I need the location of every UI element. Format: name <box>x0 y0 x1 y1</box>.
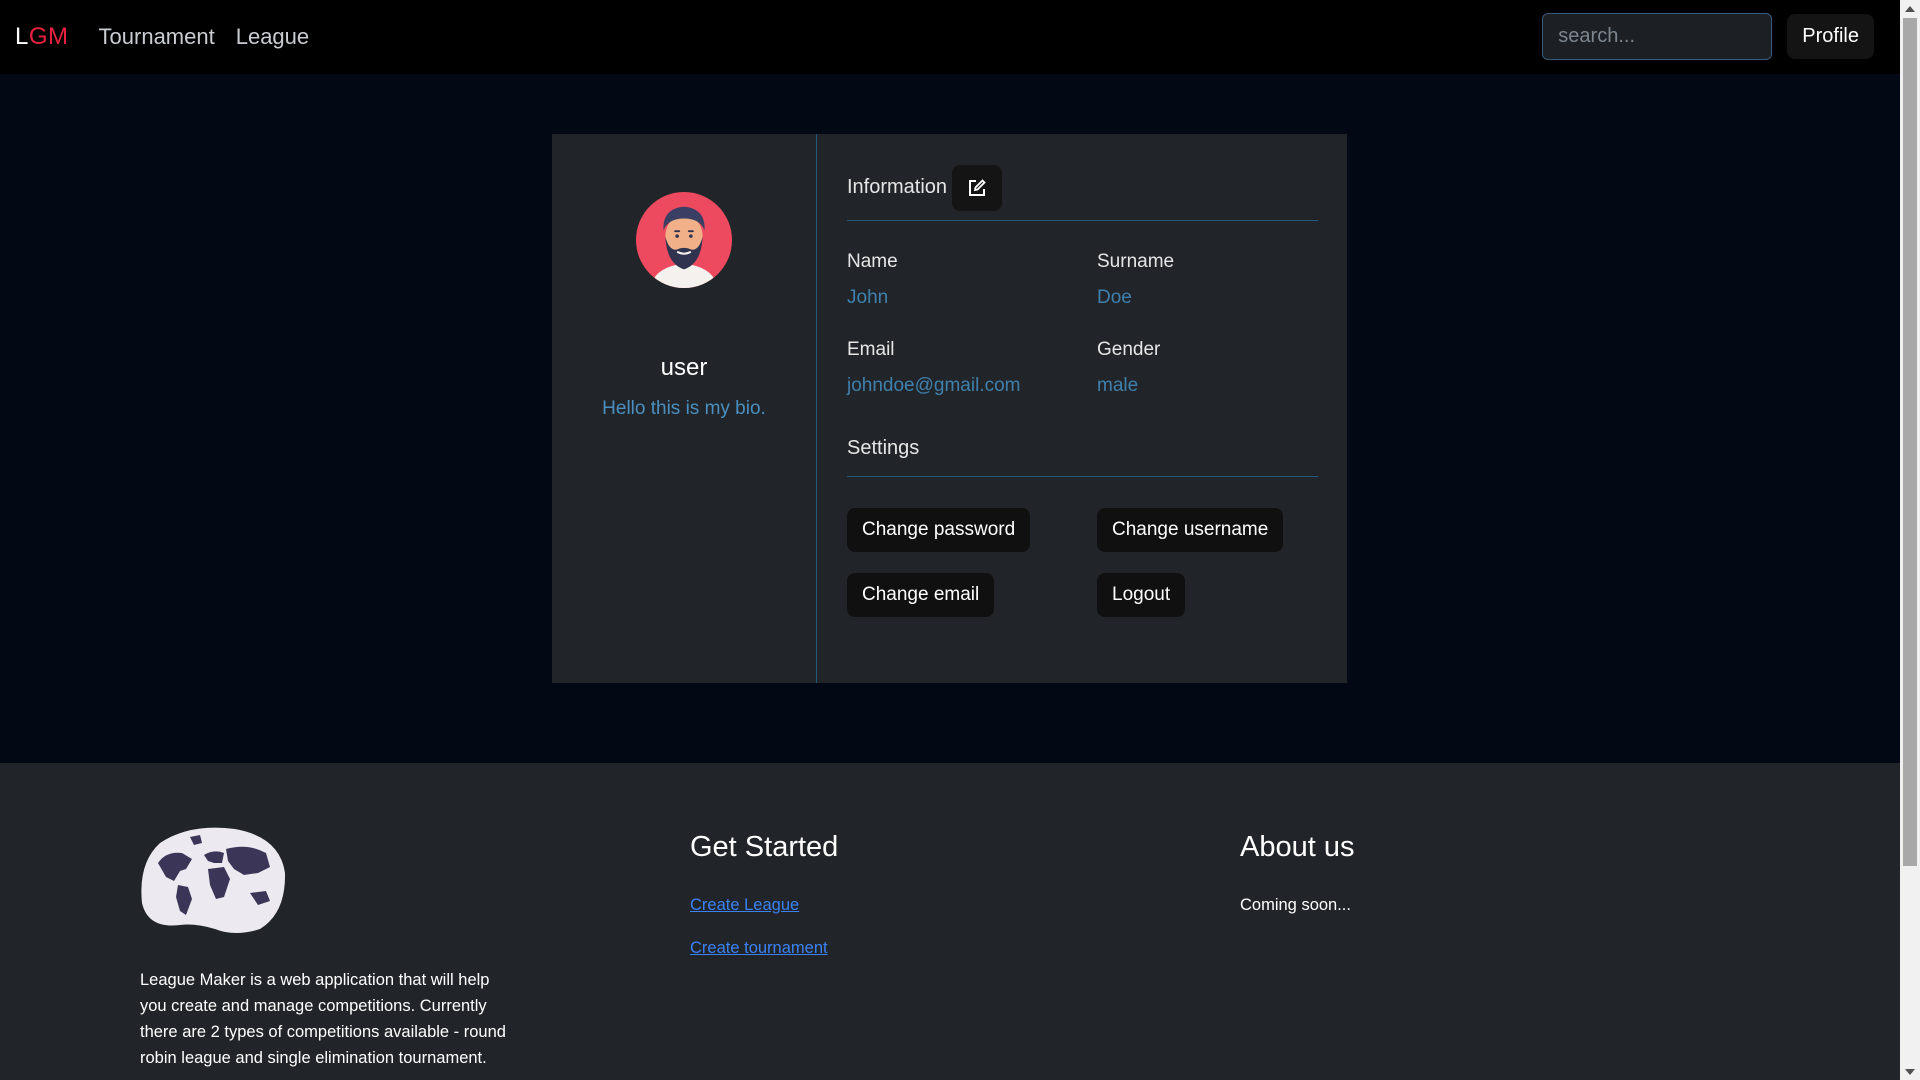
logout-button[interactable]: Logout <box>1097 573 1186 617</box>
world-map-icon <box>141 827 286 933</box>
field-gender: Gender male <box>1097 339 1317 397</box>
footer: League Maker is a web application that w… <box>0 763 1900 1080</box>
footer-about-app: League Maker is a web application that w… <box>140 823 520 1071</box>
settings-header: Settings <box>847 437 1318 477</box>
settings-buttons: Change password Change username Change e… <box>847 508 1318 617</box>
field-name: Name John <box>847 251 1097 309</box>
create-league-link[interactable]: Create League <box>690 896 838 915</box>
nav-link-league[interactable]: League <box>236 24 309 50</box>
information-title: Information <box>847 176 948 198</box>
brand-letters-gm: GM <box>28 23 69 50</box>
field-label: Surname <box>1097 251 1175 272</box>
change-email-button[interactable]: Change email <box>847 573 995 617</box>
field-value: johndoe@gmail.com <box>847 375 1021 396</box>
profile-card: user Hello this is my bio. Information N… <box>552 134 1347 683</box>
profile-username: user <box>660 354 708 381</box>
field-value: John <box>847 287 889 308</box>
field-value: male <box>1097 375 1139 396</box>
edit-icon <box>969 178 986 196</box>
field-label: Email <box>847 339 895 360</box>
edit-profile-button[interactable] <box>952 164 1003 211</box>
create-tournament-link[interactable]: Create tournament <box>690 939 838 958</box>
scrollbar-thumb[interactable] <box>1903 18 1917 866</box>
brand-letter-l: L <box>15 23 29 50</box>
avatar-icon <box>635 191 733 289</box>
change-username-button[interactable]: Change username <box>1097 508 1284 552</box>
get-started-heading: Get Started <box>690 831 839 863</box>
about-us-heading: About us <box>1240 831 1355 863</box>
navbar: LGM Tournament League Profile <box>0 0 1900 74</box>
search-input[interactable] <box>1542 13 1773 60</box>
field-value: Doe <box>1097 287 1132 308</box>
change-password-button[interactable]: Change password <box>847 508 1031 552</box>
profile-details: Information Name John Surname Doe Email … <box>817 134 1347 683</box>
profile-button[interactable]: Profile <box>1787 14 1874 59</box>
profile-summary: user Hello this is my bio. <box>552 134 817 683</box>
scroll-down-arrow-icon[interactable] <box>1900 1063 1920 1080</box>
nav-link-tournament[interactable]: Tournament <box>99 24 215 50</box>
brand-logo[interactable]: LGM <box>15 23 69 51</box>
scroll-up-arrow-icon[interactable] <box>1900 0 1920 17</box>
page: LGM Tournament League Profile <box>0 0 1920 1080</box>
profile-bio: Hello this is my bio. <box>602 398 766 419</box>
footer-about-us: About us Coming soon... <box>1240 823 1354 915</box>
viewport: LGM Tournament League Profile <box>0 0 1900 1080</box>
footer-get-started: Get Started Create League Create tournam… <box>690 823 838 958</box>
field-email: Email johndoe@gmail.com <box>847 339 1097 397</box>
profile-fields: Name John Surname Doe Email johndoe@gmai… <box>847 251 1318 397</box>
about-us-text: Coming soon... <box>1240 896 1351 914</box>
navbar-right: Profile <box>1542 13 1874 60</box>
field-label: Name <box>847 251 898 272</box>
field-label: Gender <box>1097 339 1161 360</box>
vertical-scrollbar[interactable] <box>1900 0 1920 1080</box>
information-header: Information <box>847 164 1318 221</box>
field-surname: Surname Doe <box>1097 251 1317 309</box>
footer-description: League Maker is a web application that w… <box>140 971 506 1067</box>
settings-title: Settings <box>847 437 920 459</box>
